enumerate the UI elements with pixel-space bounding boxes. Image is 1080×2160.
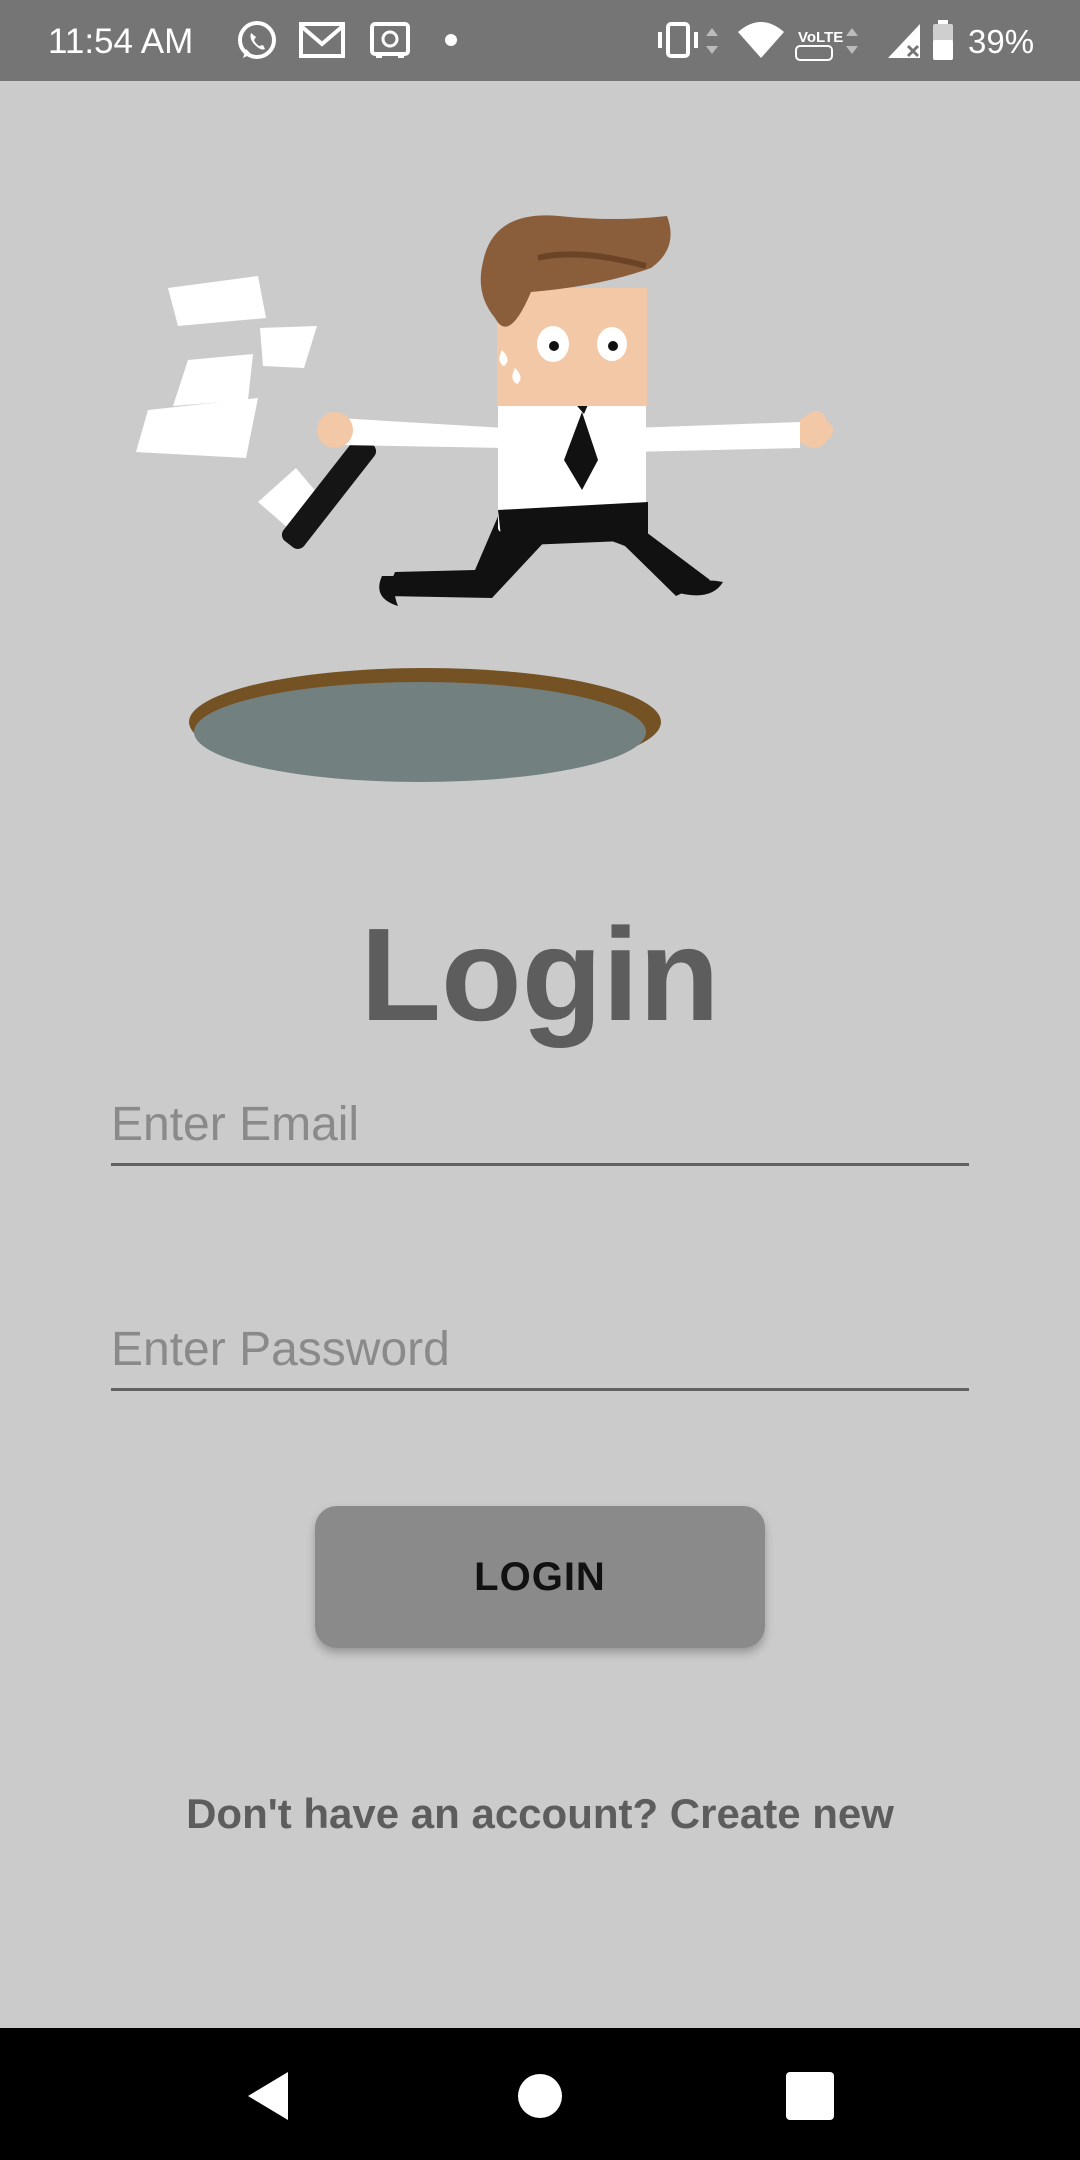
create-account-link[interactable]: Don't have an account? Create new xyxy=(0,1790,1080,1838)
status-time: 11:54 AM xyxy=(48,22,194,61)
volte-icon: VoLTE xyxy=(795,28,858,61)
wifi-icon xyxy=(738,22,784,58)
dot-icon xyxy=(445,34,457,46)
password-field[interactable] xyxy=(111,1311,969,1391)
navigation-bar xyxy=(0,2028,1080,2160)
login-button[interactable]: LOGIN xyxy=(315,1506,765,1648)
vibrate-icon xyxy=(658,22,718,58)
email-field[interactable] xyxy=(111,1086,969,1166)
signal-icon xyxy=(888,24,920,58)
battery-icon xyxy=(933,20,953,60)
recents-icon[interactable] xyxy=(780,2066,840,2126)
status-bar: 11:54 AM VoLTE 39% xyxy=(0,0,1080,81)
running-businessman-illustration xyxy=(136,215,833,782)
home-icon[interactable] xyxy=(510,2066,570,2126)
whatsapp-icon xyxy=(238,21,276,59)
back-icon[interactable] xyxy=(240,2066,300,2126)
volte-label: VoLTE xyxy=(798,29,843,46)
gmail-icon xyxy=(299,22,345,58)
page-title: Login xyxy=(360,901,720,1048)
battery-percent: 39% xyxy=(968,23,1035,60)
safe-icon xyxy=(370,22,410,58)
